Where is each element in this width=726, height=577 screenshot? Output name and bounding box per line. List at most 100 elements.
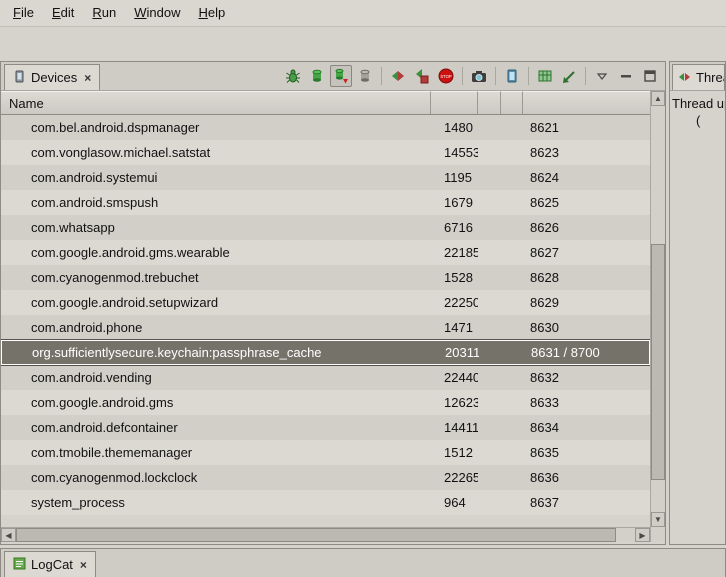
maximize-icon[interactable] [639, 65, 661, 87]
column-header-c3[interactable] [478, 91, 501, 114]
hierarchy-view-icon[interactable] [534, 65, 556, 87]
threads-view: Threa Thread up ( [669, 61, 726, 545]
process-pid: 22265 [431, 470, 478, 485]
dump-hprof-icon[interactable] [330, 65, 352, 87]
tab-logcat[interactable]: LogCat × [4, 551, 96, 577]
table-column-header: Name [1, 91, 650, 115]
column-header-port[interactable] [523, 91, 650, 114]
scroll-right-icon[interactable]: ▶ [635, 528, 650, 542]
table-row[interactable]: com.android.vending224408632 [1, 365, 650, 390]
menu-window[interactable]: Window [125, 0, 189, 26]
process-pid: 1528 [431, 270, 478, 285]
menu-run[interactable]: Run [83, 0, 125, 26]
process-name: com.android.vending [1, 370, 431, 385]
process-pid: 20311 [432, 345, 479, 360]
process-port: 8625 [523, 195, 650, 210]
process-name: com.whatsapp [1, 220, 431, 235]
column-header-c4[interactable] [501, 91, 523, 114]
process-port: 8636 [523, 470, 650, 485]
vertical-scroll-thumb[interactable] [651, 244, 665, 479]
table-row[interactable]: com.bel.android.dspmanager14808621 [1, 115, 650, 140]
process-port: 8633 [523, 395, 650, 410]
process-pid: 1195 [431, 170, 478, 185]
process-pid: 14553 [431, 145, 478, 160]
menu-file[interactable]: File [4, 0, 43, 26]
stop-process-icon[interactable]: STOP [435, 65, 457, 87]
view-menu-icon[interactable] [591, 65, 613, 87]
column-header-name[interactable]: Name [1, 91, 431, 114]
app-toolbar-strip [0, 27, 726, 61]
process-pid: 22185 [431, 245, 478, 260]
menu-help[interactable]: Help [189, 0, 234, 26]
process-pid: 22440 [431, 370, 478, 385]
scrollbar-corner [650, 527, 665, 542]
toolbar-separator [528, 67, 529, 85]
threads-message-line2: ( [672, 112, 723, 129]
process-name: com.tmobile.thememanager [1, 445, 431, 460]
process-pid: 6716 [431, 220, 478, 235]
device-icon [13, 70, 26, 86]
table-row[interactable]: system_process9648637 [1, 490, 650, 515]
horizontal-scrollbar[interactable]: ◀ ▶ [1, 527, 650, 542]
process-name: com.google.android.gms.wearable [1, 245, 431, 260]
process-name: com.google.android.gms [1, 395, 431, 410]
process-name: com.cyanogenmod.lockclock [1, 470, 431, 485]
scroll-up-icon[interactable]: ▲ [651, 91, 665, 106]
update-heap-icon[interactable] [306, 65, 328, 87]
process-name: com.bel.android.dspmanager [1, 120, 431, 135]
process-pid: 22250 [431, 295, 478, 310]
devices-bottom-strip [1, 542, 665, 544]
process-name: com.android.defcontainer [1, 420, 431, 435]
tab-devices[interactable]: Devices × [4, 64, 100, 90]
close-icon[interactable]: × [78, 558, 87, 572]
vertical-scrollbar[interactable]: ▲ ▼ [650, 91, 665, 527]
toolbar-separator [462, 67, 463, 85]
threads-content: Thread up ( [670, 91, 725, 133]
table-row[interactable]: com.android.systemui11958624 [1, 165, 650, 190]
process-pid: 1471 [431, 320, 478, 335]
threads-message-line1: Thread up [672, 95, 723, 112]
column-header-pid[interactable] [431, 91, 478, 114]
debug-process-icon[interactable] [282, 65, 304, 87]
table-row[interactable]: com.vonglasow.michael.satstat145538623 [1, 140, 650, 165]
tab-threads[interactable]: Threa [672, 64, 725, 90]
minimize-icon[interactable] [615, 65, 637, 87]
system-info-icon[interactable] [501, 65, 523, 87]
table-row[interactable]: com.tmobile.thememanager15128635 [1, 440, 650, 465]
pixel-perfect-icon[interactable] [558, 65, 580, 87]
table-row[interactable]: com.google.android.setupwizard222508629 [1, 290, 650, 315]
menu-bar: FileEditRunWindowHelp [0, 0, 726, 27]
process-table-body: com.bel.android.dspmanager14808621com.vo… [1, 115, 650, 527]
table-row[interactable]: com.cyanogenmod.lockclock22265 8636 [1, 465, 650, 490]
table-row[interactable]: com.cyanogenmod.trebuchet15288628 [1, 265, 650, 290]
table-row[interactable]: org.sufficientlysecure.keychain:passphra… [1, 340, 650, 365]
process-name: com.android.phone [1, 320, 431, 335]
logcat-panel: LogCat × [0, 548, 726, 577]
process-port: 8628 [523, 270, 650, 285]
vertical-scroll-track[interactable] [651, 106, 665, 512]
close-icon[interactable]: × [82, 71, 91, 85]
scroll-down-icon[interactable]: ▼ [651, 512, 665, 527]
table-row[interactable]: com.android.phone14718630 [1, 315, 650, 340]
table-row[interactable]: com.google.android.gms.wearable221858627 [1, 240, 650, 265]
menu-edit[interactable]: Edit [43, 0, 83, 26]
process-port: 8629 [523, 295, 650, 310]
table-row[interactable]: com.android.defcontainer144118634 [1, 415, 650, 440]
update-threads-icon[interactable] [387, 65, 409, 87]
devices-view: Devices × [0, 61, 666, 545]
devices-view-header: Devices × [1, 62, 665, 91]
stop-method-profiling-icon[interactable] [411, 65, 433, 87]
process-pid: 1512 [431, 445, 478, 460]
devices-toolbar: STOP [282, 65, 661, 87]
horizontal-scroll-thumb[interactable] [16, 528, 616, 542]
cause-gc-icon[interactable] [354, 65, 376, 87]
table-row[interactable]: com.whatsapp67168626 [1, 215, 650, 240]
process-port: 8624 [523, 170, 650, 185]
table-row[interactable]: com.google.android.gms126238633 [1, 390, 650, 415]
table-row[interactable]: com.android.smspush16798625 [1, 190, 650, 215]
toolbar-separator [381, 67, 382, 85]
horizontal-scroll-track[interactable] [16, 528, 635, 542]
screen-capture-icon[interactable] [468, 65, 490, 87]
scroll-left-icon[interactable]: ◀ [1, 528, 16, 542]
process-name: system_process [1, 495, 431, 510]
